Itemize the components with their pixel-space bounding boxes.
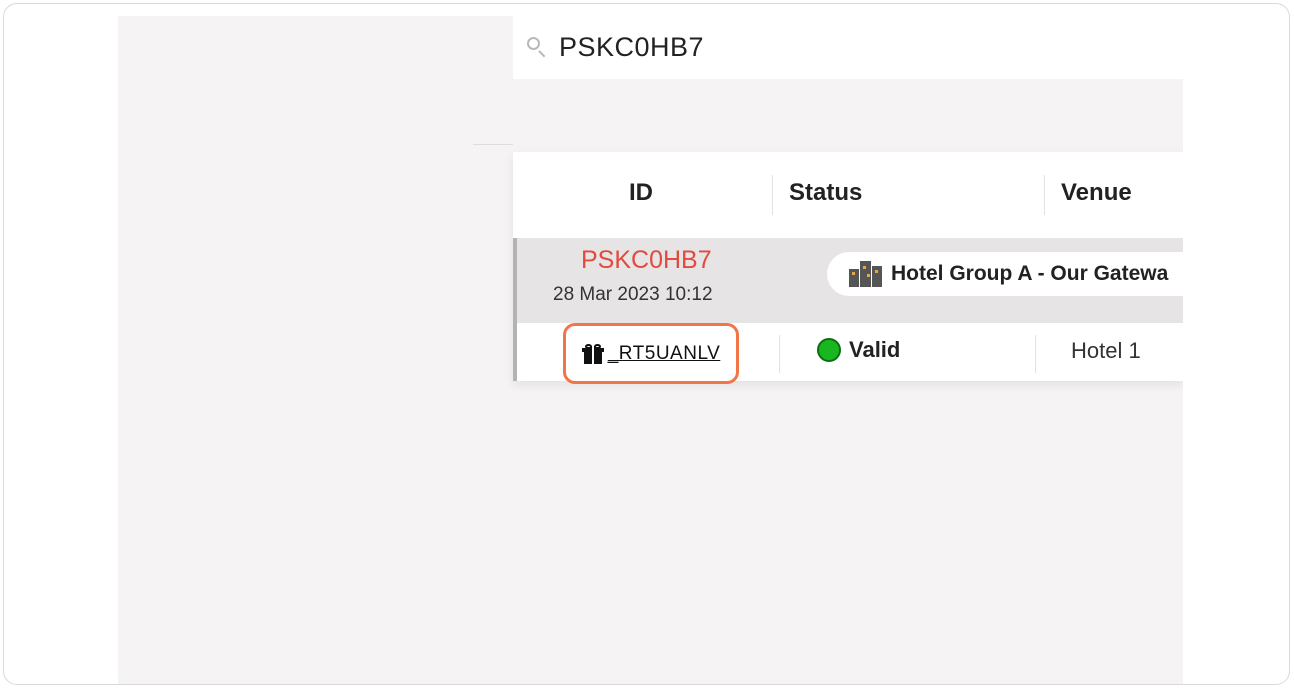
booking-date: 28 Mar 2023 10:12 <box>553 284 713 305</box>
booking-group-row[interactable]: PSKC0HB7 28 Mar 2023 10:12 Hotel Group A… <box>513 238 1183 323</box>
app-content: PSKC0HB7 ID Status Venue PSKC0HB7 28 Mar… <box>118 16 1183 684</box>
column-header-id[interactable]: ID <box>629 179 653 207</box>
column-separator <box>772 175 773 215</box>
status-cell: Valid <box>817 337 900 363</box>
column-separator <box>1044 175 1045 215</box>
gift-icon <box>581 343 604 364</box>
divider <box>473 144 513 145</box>
column-separator <box>779 335 780 373</box>
column-header-status[interactable]: Status <box>789 179 862 207</box>
search-input[interactable]: PSKC0HB7 <box>559 32 704 63</box>
venue-group-badge[interactable]: Hotel Group A - Our Gatewa <box>827 252 1183 296</box>
status-dot-icon <box>817 338 841 362</box>
table-header: ID Status Venue <box>513 152 1183 238</box>
screenshot-frame: PSKC0HB7 ID Status Venue PSKC0HB7 28 Mar… <box>3 3 1290 685</box>
venue-cell: Hotel 1 <box>1071 338 1141 363</box>
table-row[interactable]: _RT5UANLV Valid Hotel 1 <box>513 323 1183 384</box>
search-icon[interactable] <box>525 35 551 61</box>
search-bar[interactable]: PSKC0HB7 <box>513 16 1183 79</box>
building-icon <box>849 261 883 287</box>
column-separator <box>1035 335 1036 373</box>
voucher-code-link[interactable]: _RT5UANLV <box>608 343 721 365</box>
booking-id[interactable]: PSKC0HB7 <box>581 246 712 275</box>
results-table: ID Status Venue PSKC0HB7 28 Mar 2023 10:… <box>513 152 1183 384</box>
status-label: Valid <box>849 337 901 362</box>
venue-group-label: Hotel Group A - Our Gatewa <box>891 262 1169 285</box>
column-header-venue[interactable]: Venue <box>1061 179 1132 207</box>
voucher-highlight[interactable]: _RT5UANLV <box>563 323 739 384</box>
